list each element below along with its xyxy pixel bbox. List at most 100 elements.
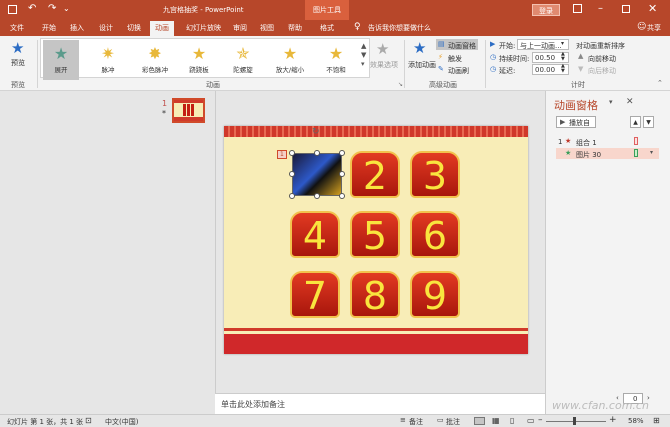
tab-help[interactable]: 帮助 xyxy=(288,23,302,33)
dialog-launcher-icon[interactable]: ↘ xyxy=(398,81,403,88)
anim-pane-button[interactable]: 动画窗格 xyxy=(448,41,476,51)
notes-pane[interactable]: 单击此处添加备注 xyxy=(215,393,545,414)
animation-grow-shrink-label: 放大/缩小 xyxy=(275,66,305,74)
number-tile-2[interactable]: 2 xyxy=(350,151,400,198)
pane-options-icon[interactable]: ▾ xyxy=(609,98,613,106)
delay-spinner-icon[interactable]: ▲ ▼ xyxy=(561,64,565,74)
trigger-button[interactable]: 触发 xyxy=(448,54,462,64)
move-earlier-button[interactable]: 向前移动 xyxy=(588,54,616,64)
zoom-slider[interactable] xyxy=(546,421,606,422)
animation-pane: 动画窗格 ▾ ✕ ▶ 播放自 ▲ ▼ 1 ★ 组合 1 ★ 图片 30 ▾ 0 … xyxy=(545,91,670,414)
resize-handle[interactable] xyxy=(339,150,345,156)
animation-spin[interactable]: ✯ 陀螺旋 xyxy=(225,40,261,80)
number-tile-6[interactable]: 6 xyxy=(410,211,460,258)
effect-options-button[interactable]: 效果选项 xyxy=(370,60,398,70)
animation-grow-shrink[interactable]: ★ 放大/缩小 xyxy=(272,40,308,80)
notes-toggle-button[interactable]: 备注 xyxy=(409,417,423,427)
number-tile-7[interactable]: 7 xyxy=(290,271,340,318)
tab-slideshow[interactable]: 幻灯片放映 xyxy=(186,23,221,33)
animation-teeter[interactable]: ★ 跷跷板 xyxy=(181,40,217,80)
anim-item-label[interactable]: 图片 30 xyxy=(576,150,601,160)
start-dropdown-icon: ▾ xyxy=(561,40,565,47)
reading-view-icon[interactable]: ▯ xyxy=(510,416,514,425)
duration-spinner-icon[interactable]: ▲ ▼ xyxy=(561,52,565,62)
number-tile-8[interactable]: 8 xyxy=(350,271,400,318)
tab-design[interactable]: 设计 xyxy=(99,23,113,33)
anim-item-dropdown-icon[interactable]: ▾ xyxy=(650,149,653,156)
move-later-button[interactable]: 向后移动 xyxy=(588,66,616,76)
animation-desaturate[interactable]: ★ 不饱和 xyxy=(318,40,354,80)
rotate-handle-icon[interactable]: ↻ xyxy=(312,127,320,137)
tell-me-search[interactable]: 告诉我你想要做什么 xyxy=(368,23,431,33)
undo-icon[interactable]: ↶ xyxy=(28,3,36,14)
fit-to-window-icon[interactable]: ⊞ xyxy=(653,416,660,425)
language-label[interactable]: 中文(中国) xyxy=(105,417,138,427)
zoom-in-icon[interactable]: + xyxy=(609,415,617,425)
share-button[interactable]: 共享 xyxy=(647,23,661,33)
maximize-icon[interactable] xyxy=(622,5,630,13)
resize-handle[interactable] xyxy=(339,171,345,177)
resize-handle[interactable] xyxy=(339,193,345,199)
pane-close-icon[interactable]: ✕ xyxy=(626,97,634,107)
preview-button[interactable]: 预览 xyxy=(11,58,25,68)
zoom-out-icon[interactable]: – xyxy=(538,415,543,425)
advanced-group-label: 高级动画 xyxy=(429,81,457,89)
resize-handle[interactable] xyxy=(314,150,320,156)
redo-icon[interactable]: ↷ xyxy=(48,3,56,14)
slide-bottom-stripe xyxy=(224,328,528,331)
resize-handle[interactable] xyxy=(289,193,295,199)
tab-file[interactable]: 文件 xyxy=(10,23,24,33)
preview-group-label: 预览 xyxy=(11,81,25,89)
grow-shrink-star-icon: ★ xyxy=(282,44,298,63)
customize-qat-icon[interactable]: ⌄ xyxy=(63,4,70,13)
slide-canvas[interactable]: ↻ 1 2 3 4 5 6 7 8 9 xyxy=(224,126,528,354)
add-animation-button[interactable]: 添加动画 xyxy=(408,60,436,70)
move-up-button[interactable]: ▲ xyxy=(630,116,641,128)
pulse-star-icon: ✷ xyxy=(101,44,115,63)
normal-view-icon[interactable] xyxy=(474,417,485,425)
animation-expand[interactable]: ★ 展开 xyxy=(43,40,79,80)
add-animation-icon[interactable]: ★ xyxy=(413,39,426,57)
anim-painter-button[interactable]: 动画刷 xyxy=(448,66,469,76)
tab-transitions[interactable]: 切换 xyxy=(127,23,141,33)
save-icon[interactable] xyxy=(8,5,17,14)
slideshow-view-icon[interactable]: ▭ xyxy=(527,416,535,425)
divider xyxy=(404,40,405,88)
tab-view[interactable]: 视图 xyxy=(260,23,274,33)
resize-handle[interactable] xyxy=(289,150,295,156)
tab-insert[interactable]: 插入 xyxy=(70,23,84,33)
tab-format[interactable]: 格式 xyxy=(320,23,334,33)
anim-item-selected[interactable] xyxy=(556,148,659,159)
animation-color-pulse[interactable]: ✸ 彩色脉冲 xyxy=(137,40,173,80)
slides-panel-divider[interactable] xyxy=(215,91,216,414)
preview-star-icon[interactable]: ★ xyxy=(11,39,24,57)
ribbon-display-icon[interactable] xyxy=(573,4,582,13)
gallery-scroll-icon[interactable]: ▲ ▼ ▾ xyxy=(361,42,366,69)
slide-thumbnail[interactable] xyxy=(172,98,205,123)
tab-home[interactable]: 开始 xyxy=(42,23,56,33)
spellcheck-icon[interactable]: ⊡ xyxy=(85,416,92,425)
slide-sorter-icon[interactable]: ▦ xyxy=(492,416,500,425)
number-tile-5[interactable]: 5 xyxy=(350,211,400,258)
animation-pulse[interactable]: ✷ 脉冲 xyxy=(90,40,126,80)
resize-handle[interactable] xyxy=(314,193,320,199)
resize-handle[interactable] xyxy=(289,171,295,177)
number-tile-9[interactable]: 9 xyxy=(410,271,460,318)
number-tile-3[interactable]: 3 xyxy=(410,151,460,198)
animation-spin-label: 陀螺旋 xyxy=(233,66,253,74)
comments-toggle-button[interactable]: 批注 xyxy=(446,417,460,427)
duration-label: 持续时间: xyxy=(499,55,530,63)
move-down-button[interactable]: ▼ xyxy=(643,116,654,128)
minimize-icon[interactable]: – xyxy=(598,3,603,14)
animation-pane-title: 动画窗格 xyxy=(554,99,598,112)
close-icon[interactable]: ✕ xyxy=(648,2,657,15)
collapse-ribbon-icon[interactable]: ⌃ xyxy=(657,79,663,87)
zoom-level[interactable]: 58% xyxy=(628,417,644,425)
tab-review[interactable]: 审阅 xyxy=(233,23,247,33)
zoom-slider-thumb[interactable] xyxy=(573,417,576,425)
document-title: 九宫格抽奖 - PowerPoint xyxy=(163,6,244,14)
animation-teeter-label: 跷跷板 xyxy=(189,66,209,74)
tab-animations[interactable]: 动画 xyxy=(150,21,174,36)
number-tile-4[interactable]: 4 xyxy=(290,211,340,258)
anim-item-label[interactable]: 组合 1 xyxy=(576,138,597,148)
